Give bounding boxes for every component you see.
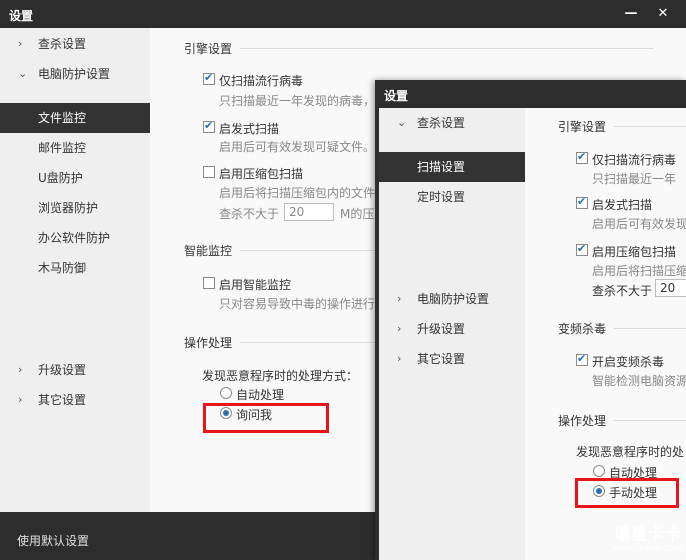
radio-auto[interactable] [593,465,605,477]
sidebar-item-pc-protection[interactable]: ⌄ 电脑防护设置 [0,59,150,89]
chevron-right-icon: › [397,292,402,305]
size-limit-suffix: M的压 [340,207,375,221]
action-question: 发现恶意程序时的处理方式： [202,369,359,383]
section-title: 变频杀毒 [558,322,607,336]
titlebar[interactable]: 设置 [375,80,686,108]
section-title: 引擎设置 [184,42,233,56]
hint-compressed: 启用后将扫描压缩 [592,264,686,278]
section-title: 操作处理 [558,414,607,428]
sidebar-item-other[interactable]: › 其它设置 [0,385,150,415]
sidebar-item-scan-settings[interactable]: ⌄ 查杀设置 [379,108,525,138]
checkbox-heuristic[interactable] [203,119,215,133]
settings-window-front: 设置 ⌄ 查杀设置 扫描设置 定时设置 › 电脑防护设置 › 升级设置 › 其它… [375,80,686,560]
label-compressed: 启用压缩包扫描 [592,245,677,259]
watermark: 瑞星卡卡 www.ikaka.com [612,520,682,554]
label-heuristic: 启发式扫描 [592,198,653,212]
sidebar-item-other[interactable]: › 其它设置 [379,344,525,374]
checkbox-mutation[interactable] [576,352,588,366]
hint-scan-popular: 只扫描最近一年发现的病毒， [219,94,376,108]
section-action: 操作处理 [558,412,686,429]
sidebar-item-trojan-defense[interactable]: 木马防御 [0,253,150,283]
sidebar-item-schedule[interactable]: 定时设置 [379,182,525,212]
chevron-right-icon: › [18,393,23,406]
label-scan-popular: 仅扫描流行病毒 [592,153,677,167]
sidebar-item-browser-protection[interactable]: 浏览器防护 [0,193,150,223]
hint-mutation: 智能检测电脑资源 [592,374,686,388]
checkbox-heuristic[interactable] [576,195,588,209]
sidebar-item-upgrade[interactable]: › 升级设置 [379,314,525,344]
chevron-right-icon: › [18,37,23,50]
sidebar-item-scan-config[interactable]: 扫描设置 [379,152,531,182]
sidebar-item-scan-settings[interactable]: › 查杀设置 [0,29,150,59]
label-scan-popular: 仅扫描流行病毒 [219,74,304,88]
label-auto: 自动处理 [236,388,285,402]
section-title: 引擎设置 [558,120,607,134]
size-limit-input[interactable]: 20 [284,203,334,221]
label-mutation: 开启变频杀毒 [592,355,665,369]
sidebar-item-usb-protection[interactable]: U盘防护 [0,163,150,193]
section-mutation: 变频杀毒 [558,320,686,337]
section-engine: 引擎设置 [184,40,654,57]
titlebar[interactable]: 设置 — ✕ [0,0,686,28]
watermark-brand: 瑞星卡卡 [613,524,682,543]
chevron-right-icon: › [397,352,402,365]
sidebar-item-upgrade[interactable]: › 升级设置 [0,355,150,385]
checkbox-scan-popular[interactable] [203,71,215,85]
size-limit-prefix: 查杀不大于 [592,284,653,298]
highlight-box [575,478,679,508]
radio-auto[interactable] [220,387,232,399]
label-compressed: 启用压缩包扫描 [219,167,304,181]
chevron-right-icon: › [18,363,23,376]
sidebar-item-mail-monitor[interactable]: 邮件监控 [0,133,150,163]
checkbox-smart-monitor[interactable] [203,277,215,289]
sidebar-item-file-monitor[interactable]: 文件监控 [0,103,156,133]
label-heuristic: 启发式扫描 [219,122,280,136]
sidebar: ⌄ 查杀设置 扫描设置 定时设置 › 电脑防护设置 › 升级设置 › 其它设置 [375,108,531,560]
chevron-down-icon: ⌄ [397,116,407,129]
action-question: 发现恶意程序时的处 [576,445,685,459]
hint-smart-monitor: 只对容易导致中毒的操作进行 [219,297,376,311]
section-title: 智能监控 [184,244,233,258]
hint-heuristic: 启用后可有效发现 [592,217,686,231]
window-title: 设置 [9,9,34,23]
checkbox-compressed[interactable] [576,242,588,256]
sidebar-item-pc-protection[interactable]: › 电脑防护设置 [379,284,525,314]
hint-heuristic: 启用后可有效发现可疑文件。 [219,140,376,154]
close-icon[interactable]: ✕ [654,5,672,23]
minimize-icon[interactable]: — [622,5,640,23]
section-engine: 引擎设置 [558,118,686,135]
size-limit-input[interactable]: 20 [655,279,686,297]
chevron-down-icon: ⌄ [18,67,28,80]
size-limit-prefix: 查杀不大于 [219,207,280,221]
checkbox-compressed[interactable] [203,166,215,178]
settings-content: 引擎设置 仅扫描流行病毒 只扫描最近一年 启发式扫描 启用后可有效发现 启用压缩… [525,108,686,560]
hint-compressed: 启用后将扫描压缩包内的文件 [219,186,376,200]
watermark-url: www.ikaka.com [612,544,682,554]
sidebar: › 查杀设置 ⌄ 电脑防护设置 文件监控 邮件监控 U盘防护 浏览器防护 办公软… [0,28,156,512]
highlight-box [203,403,329,433]
checkbox-scan-popular[interactable] [576,150,588,164]
hint-scan-popular: 只扫描最近一年 [592,172,677,186]
chevron-right-icon: › [397,322,402,335]
window-title: 设置 [384,89,409,103]
section-title: 操作处理 [184,336,233,350]
use-default-button[interactable]: 使用默认设置 [17,532,89,549]
sidebar-item-office-protection[interactable]: 办公软件防护 [0,223,150,253]
footer: 使用默认设置 [0,512,375,560]
label-smart-monitor: 启用智能监控 [219,278,292,292]
